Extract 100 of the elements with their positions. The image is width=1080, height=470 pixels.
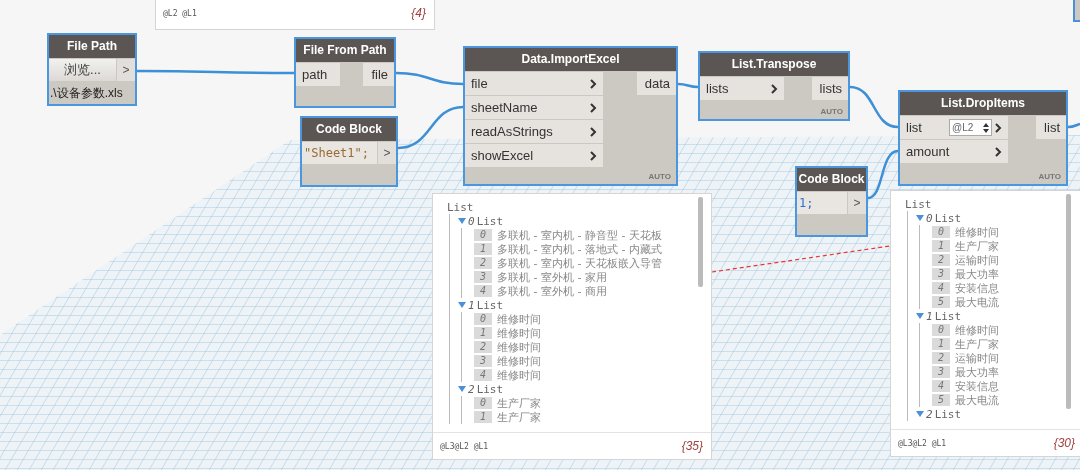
output-port[interactable]: list — [1036, 116, 1066, 139]
list-index: 0 — [926, 211, 933, 225]
item-text: 最大电流 — [955, 294, 999, 310]
input-port[interactable]: file — [465, 72, 603, 95]
item-text: 多联机 - 室内机 - 落地式 - 内藏式 — [497, 241, 662, 257]
output-port[interactable]: > — [117, 59, 135, 81]
node-card[interactable]: Data.ImportExcel file sheetName readAsStrings showExcel data AUTO — [463, 46, 678, 186]
index-label: 1 — [474, 411, 492, 423]
item-count: {30} — [1053, 436, 1075, 450]
item-text: 生产厂家 — [955, 336, 999, 352]
lacing-label: AUTO — [1038, 172, 1061, 181]
output-port[interactable]: file — [363, 63, 394, 86]
node-card[interactable]: File From Path path file — [294, 37, 396, 108]
expand-arrow-icon[interactable] — [458, 218, 466, 224]
item-text: 最大功率 — [955, 364, 999, 380]
node-card[interactable]: Code Block 1; > — [795, 166, 868, 237]
item-text: 生产厂家 — [497, 409, 541, 425]
item-text: 维修时间 — [497, 311, 541, 327]
lacing-label: AUTO — [648, 172, 671, 181]
index-label: 0 — [474, 313, 492, 325]
output-port[interactable]: lists — [811, 77, 848, 100]
item-text: 多联机 - 室内机 - 天花板嵌入导管 — [497, 255, 662, 271]
list-label: List — [447, 201, 474, 214]
index-label: 5 — [932, 394, 950, 406]
list-index: 1 — [926, 309, 933, 323]
wire — [849, 85, 899, 129]
index-label: 0 — [932, 226, 950, 238]
node-title: File From Path — [296, 39, 394, 62]
input-port[interactable]: sheetName — [465, 96, 603, 119]
scrollbar-thumb[interactable] — [1066, 194, 1071, 409]
input-port[interactable]: path — [296, 63, 340, 86]
index-label: 3 — [474, 271, 492, 283]
item-text: 安装信息 — [955, 280, 999, 296]
item-count: {4} — [411, 6, 426, 20]
output-port[interactable]: > — [378, 142, 396, 164]
node-title: List.Transpose — [700, 53, 848, 76]
output-port[interactable]: > — [848, 192, 866, 214]
item-text: 维修时间 — [497, 367, 541, 383]
item-text: 多联机 - 室内机 - 静音型 - 天花板 — [497, 227, 662, 243]
input-port[interactable]: showExcel — [465, 144, 603, 167]
item-text: 生产厂家 — [955, 238, 999, 254]
item-text: 维修时间 — [497, 353, 541, 369]
node-card[interactable]: List.Transpose lists lists AUTO — [698, 51, 850, 121]
item-text: 维修时间 — [497, 339, 541, 355]
item-text: 最大电流 — [955, 392, 999, 408]
expand-arrow-icon[interactable] — [916, 411, 924, 417]
input-port[interactable]: readAsStrings — [465, 120, 603, 143]
item-text: 运输时间 — [955, 252, 999, 268]
item-text: 维修时间 — [955, 224, 999, 240]
index-label: 3 — [932, 366, 950, 378]
index-label: 3 — [474, 355, 492, 367]
item-text: 安装信息 — [955, 378, 999, 394]
code-text[interactable]: "Sheet1"; — [302, 142, 377, 164]
level-field[interactable]: @L2 — [949, 119, 992, 136]
level-labels: @L3@L2 @L1 — [440, 441, 489, 451]
item-text: 维修时间 — [497, 325, 541, 341]
scrollbar-thumb[interactable] — [698, 197, 703, 287]
node-card[interactable]: List.DropItems list @L2 amount list AUTO — [898, 90, 1068, 186]
lacing-label: AUTO — [820, 107, 843, 116]
index-label: 1 — [932, 338, 950, 350]
wire — [1067, 122, 1080, 129]
index-label: 0 — [474, 229, 492, 241]
wire — [397, 105, 464, 150]
input-port[interactable]: amount — [900, 140, 1008, 163]
list-index: 0 — [468, 214, 475, 228]
expand-arrow-icon[interactable] — [916, 215, 924, 221]
list-index: 2 — [926, 407, 933, 421]
index-label: 0 — [932, 324, 950, 336]
item-text: 维修时间 — [955, 322, 999, 338]
item-text: 最大功率 — [955, 266, 999, 282]
browse-button[interactable]: 浏览... — [49, 59, 116, 81]
input-port[interactable]: list @L2 — [900, 116, 1008, 139]
expand-arrow-icon[interactable] — [458, 302, 466, 308]
index-label: 3 — [932, 268, 950, 280]
list-label: List — [476, 298, 504, 312]
output-port[interactable]: data — [636, 72, 676, 95]
level-labels: @L2 @L1 — [163, 8, 197, 18]
node-title: File Path — [49, 35, 135, 58]
list-label: List — [934, 309, 962, 323]
index-label: 1 — [932, 240, 950, 252]
input-port[interactable]: lists — [700, 77, 784, 100]
index-label: 4 — [474, 285, 492, 297]
node-title: Data.ImportExcel — [465, 48, 676, 71]
level-labels: @L3@L2 @L1 — [898, 438, 947, 448]
index-label: 5 — [932, 296, 950, 308]
index-label: 4 — [474, 369, 492, 381]
node-card[interactable]: Code Block "Sheet1"; > — [300, 116, 398, 187]
list-label: List — [476, 382, 504, 396]
code-text[interactable]: 1; — [797, 192, 847, 214]
index-label: 2 — [932, 352, 950, 364]
node-card[interactable]: File Path 浏览... > .\设备参数.xls — [47, 33, 137, 106]
item-text: 多联机 - 室外机 - 家用 — [497, 269, 607, 285]
wire — [867, 149, 899, 200]
index-label: 2 — [932, 254, 950, 266]
wire — [677, 82, 699, 89]
index-label: 4 — [932, 282, 950, 294]
expand-arrow-icon[interactable] — [458, 386, 466, 392]
item-text: 运输时间 — [955, 350, 999, 366]
expand-arrow-icon[interactable] — [916, 313, 924, 319]
list-index: 2 — [468, 382, 475, 396]
